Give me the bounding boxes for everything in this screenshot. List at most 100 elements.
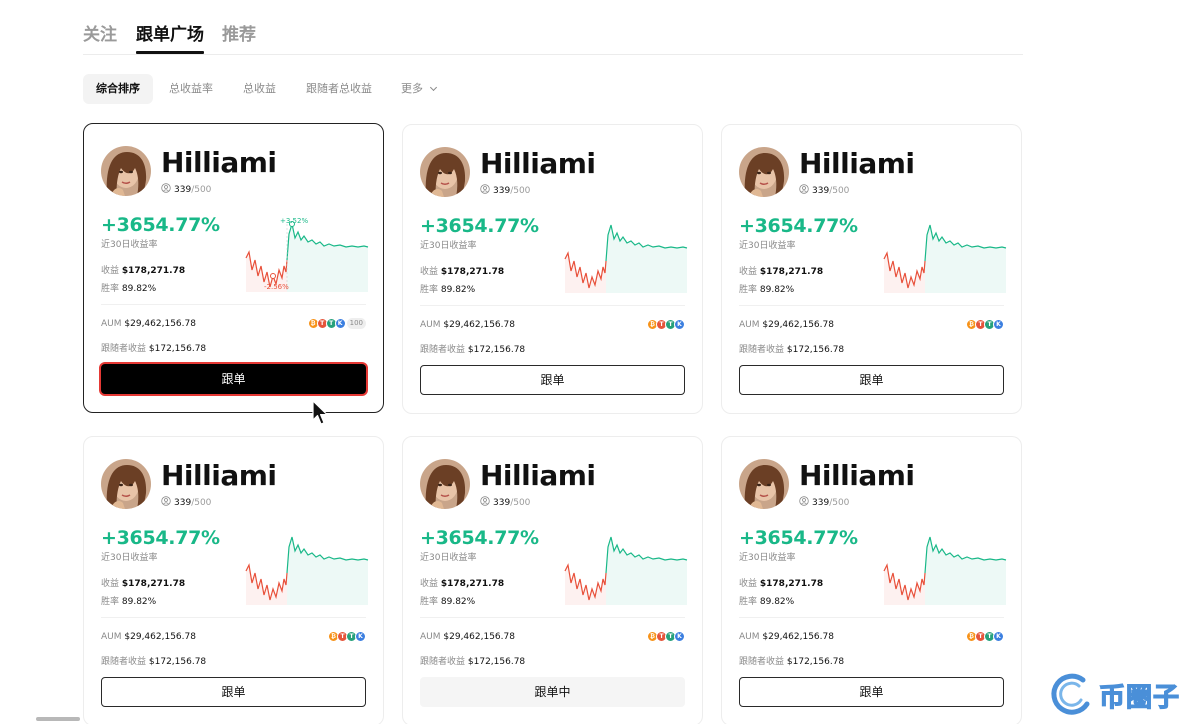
traded-coins: ₿ T T K	[966, 631, 1004, 642]
follower-current: 339	[174, 184, 192, 195]
kucoin-coin-icon: K	[334, 318, 346, 329]
watermark-logo-icon	[1051, 673, 1090, 715]
aum-label: AUM	[739, 632, 760, 642]
winrate-value: 89.82%	[440, 597, 476, 607]
follower-max: /500	[510, 185, 531, 196]
avatar[interactable]	[420, 147, 470, 197]
winrate-value: 89.82%	[759, 285, 795, 295]
aum-label: AUM	[420, 320, 441, 330]
horizontal-scrollbar[interactable]	[36, 717, 80, 721]
pnl-value: $178,271.78	[121, 266, 186, 276]
traded-coins: ₿ T T K	[647, 631, 685, 642]
tab-copy-square[interactable]: 跟单广场	[136, 20, 204, 45]
pnl-label: 收益	[420, 579, 439, 589]
avatar[interactable]	[101, 459, 151, 509]
winrate-label: 胜率	[101, 284, 120, 294]
follower-max: /500	[510, 497, 531, 508]
trader-card[interactable]: Hilliami 339/500 +3654.77% 近30日收益率 收益 $1…	[402, 436, 703, 724]
copy-trade-button[interactable]: 跟单	[420, 365, 685, 395]
aum-label: AUM	[739, 320, 760, 330]
follower-pnl-stat: 跟随者收益 $172,156.78	[739, 654, 844, 667]
trader-name[interactable]: Hilliami	[799, 459, 915, 492]
trader-name[interactable]: Hilliami	[480, 147, 596, 180]
follower-max: /500	[829, 185, 850, 196]
pnl-stat: 收益 $178,271.78	[739, 576, 823, 589]
follower-pnl-label: 跟随者收益	[101, 344, 147, 354]
avatar[interactable]	[420, 459, 470, 509]
tab-recommended[interactable]: 推荐	[222, 20, 256, 45]
trader-name[interactable]: Hilliami	[161, 459, 277, 492]
aum-value: $29,462,156.78	[762, 632, 834, 642]
filter-follower-pnl[interactable]: 跟随者总收益	[306, 74, 372, 104]
follower-pnl-value: $172,156.78	[467, 657, 526, 667]
card-divider	[101, 617, 366, 618]
copy-trade-button[interactable]: 跟单	[739, 365, 1004, 395]
kucoin-coin-icon: K	[993, 631, 1004, 642]
pnl-stat: 收益 $178,271.78	[101, 576, 185, 589]
traded-coins: ₿ T T K	[966, 319, 1004, 330]
aum-value: $29,462,156.78	[443, 320, 515, 330]
active-tab-indicator	[136, 51, 204, 54]
follower-pnl-value: $172,156.78	[786, 657, 845, 667]
trader-card[interactable]: Hilliami 339/500 +3654.77% 近30日收益率 收益 $1…	[83, 123, 384, 413]
pnl-label: 收益	[739, 579, 758, 589]
copy-trade-button[interactable]: 跟单中	[420, 677, 685, 707]
roi-label: 近30日收益率	[101, 240, 158, 250]
avatar[interactable]	[739, 459, 789, 509]
pnl-stat: 收益 $178,271.78	[739, 264, 823, 277]
kucoin-coin-icon: K	[674, 631, 685, 642]
roi-label: 近30日收益率	[101, 553, 158, 563]
aum-stat: AUM $29,462,156.78	[420, 632, 515, 642]
trader-card[interactable]: Hilliami 339/500 +3654.77% 近30日收益率 收益 $1…	[721, 436, 1022, 724]
pnl-value: $178,271.78	[440, 267, 505, 277]
aum-stat: AUM $29,462,156.78	[739, 320, 834, 330]
chart-low-label: -2.56%	[264, 283, 289, 291]
pnl-value: $178,271.78	[121, 579, 186, 589]
follower-pnl-label: 跟随者收益	[101, 657, 147, 667]
tab-following[interactable]: 关注	[83, 20, 117, 45]
follower-pnl-stat: 跟随者收益 $172,156.78	[739, 342, 844, 355]
copy-trade-button[interactable]: 跟单	[101, 677, 366, 707]
person-icon	[161, 183, 174, 196]
pnl-value: $178,271.78	[759, 579, 824, 589]
trader-card[interactable]: Hilliami 339/500 +3654.77% 近30日收益率 收益 $1…	[83, 436, 384, 724]
filter-more-label: 更多	[401, 82, 423, 95]
watermark: 币圈子	[1049, 672, 1180, 718]
trader-card[interactable]: Hilliami 339/500 +3654.77% 近30日收益率 收益 $1…	[721, 124, 1022, 414]
person-icon	[480, 184, 493, 197]
aum-label: AUM	[420, 632, 441, 642]
person-icon	[799, 184, 812, 197]
low-point-marker	[270, 273, 276, 279]
follower-count: 339/500	[161, 183, 211, 196]
kucoin-coin-icon: K	[993, 319, 1004, 330]
avatar[interactable]	[101, 146, 151, 196]
pnl-label: 收益	[420, 267, 439, 277]
kucoin-coin-icon: K	[355, 631, 366, 642]
winrate-stat: 胜率 89.82%	[101, 281, 156, 294]
aum-value: $29,462,156.78	[124, 319, 196, 329]
trader-card[interactable]: Hilliami 339/500 +3654.77% 近30日收益率 收益 $1…	[402, 124, 703, 414]
traded-coins: ₿ T T K 100	[307, 318, 366, 329]
filter-more[interactable]: 更多	[401, 74, 438, 104]
follower-pnl-stat: 跟随者收益 $172,156.78	[420, 654, 525, 667]
card-divider	[420, 617, 685, 618]
pnl-sparkline-chart	[564, 536, 688, 605]
watermark-text: 币圈子	[1098, 682, 1180, 713]
winrate-stat: 胜率 89.82%	[420, 282, 475, 295]
filter-total-roi[interactable]: 总收益率	[169, 74, 213, 104]
trader-name[interactable]: Hilliami	[480, 459, 596, 492]
winrate-label: 胜率	[420, 597, 439, 607]
copy-trade-button[interactable]: 跟单	[101, 364, 366, 394]
trader-name[interactable]: Hilliami	[799, 147, 915, 180]
roi-value: +3654.77%	[420, 215, 539, 237]
copy-trade-button[interactable]: 跟单	[739, 677, 1004, 707]
filter-overall[interactable]: 综合排序	[83, 74, 153, 104]
follower-pnl-value: $172,156.78	[148, 657, 207, 667]
winrate-value: 89.82%	[440, 285, 476, 295]
person-icon	[799, 496, 812, 509]
roi-label: 近30日收益率	[739, 553, 796, 563]
aum-value: $29,462,156.78	[762, 320, 834, 330]
filter-total-pnl[interactable]: 总收益	[243, 74, 276, 104]
avatar[interactable]	[739, 147, 789, 197]
trader-name[interactable]: Hilliami	[161, 146, 277, 179]
